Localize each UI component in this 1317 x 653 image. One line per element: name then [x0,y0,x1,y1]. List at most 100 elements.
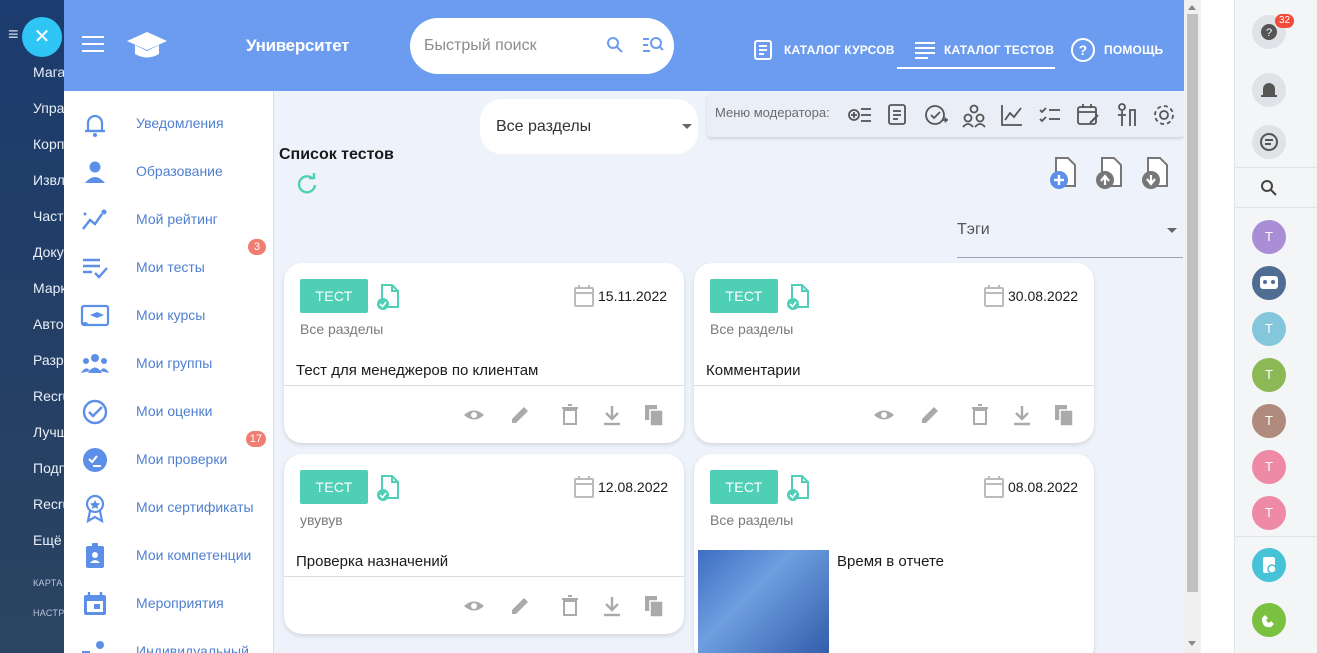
sidebar-item-calendar[interactable]: Мероприятия [64,579,274,627]
test-card[interactable]: ТЕСТ 12.08.2022 увувув Проверка назначений [284,454,684,634]
search-input[interactable] [424,34,594,58]
edit-icon[interactable] [918,403,942,427]
sidebar: Уведомления Образование Мой рейтинг Мои тес… [64,91,274,653]
svg-text:?: ? [1266,27,1272,39]
copy-icon[interactable] [642,403,666,427]
nav-help[interactable]: ? ПОМОЩЬ [1070,30,1163,70]
delete-icon[interactable] [558,403,582,427]
phone-contacts-icon[interactable] [1252,548,1286,582]
brand-title[interactable]: Университет [246,36,350,56]
sidebar-item-check-circle[interactable]: Мои оценки [64,387,274,435]
close-button[interactable]: ✕ [22,17,62,57]
calendar-edit-icon[interactable] [1075,102,1101,128]
copy-icon[interactable] [642,594,666,618]
graduation-cap-icon [127,32,167,58]
group-icon [81,354,109,373]
sidebar-divider [273,91,274,653]
sidebar-item-badge[interactable]: Мои компетенции [64,531,274,579]
view-icon[interactable] [462,403,486,427]
sidebar-item-review[interactable]: Мои проверки 17 [64,431,274,483]
view-icon[interactable] [462,594,486,618]
add-check-icon[interactable] [923,102,949,128]
career-icon[interactable] [1113,102,1139,128]
checklist-icon[interactable] [1037,102,1063,128]
user-avatar[interactable]: T [1252,404,1286,438]
search-icon[interactable] [1252,171,1286,205]
calendar-icon [574,285,594,307]
nav-test-catalog[interactable]: КАТАЛОГ ТЕСТОВ [914,30,1054,70]
user-avatar[interactable]: T [1252,496,1286,530]
person-icon [85,161,105,183]
delete-icon[interactable] [968,403,992,427]
group-chat-icon[interactable] [1252,266,1286,300]
sidebar-item-label: Индивидуальный [136,643,249,653]
nav-course-catalog-label: КАТАЛОГ КУРСОВ [784,43,895,57]
divider [1235,167,1317,168]
calendar-icon [84,592,106,615]
edit-icon[interactable] [508,594,532,618]
sidebar-item-checklist[interactable]: Мои тесты 3 [64,239,274,291]
bell-icon [85,114,105,137]
delete-icon[interactable] [558,594,582,618]
right-panel: ? 32 TTTTTT [1234,0,1317,653]
sidebar-item-rating[interactable]: Мой рейтинг [64,195,274,243]
sections-select[interactable]: Все разделы [480,99,698,154]
gear-icon[interactable] [1151,102,1177,128]
copy-icon[interactable] [1052,403,1076,427]
upload-file-icon[interactable] [1094,156,1128,192]
download-icon[interactable] [600,403,624,427]
card-title[interactable]: Проверка назначений [296,553,448,570]
edit-icon[interactable] [508,403,532,427]
sidebar-item-certificate[interactable]: Мои сертификаты [64,483,274,531]
download-icon[interactable] [1010,403,1034,427]
nav-course-catalog[interactable]: КАТАЛОГ КУРСОВ [752,30,895,70]
scroll-up-icon[interactable] [1188,5,1196,10]
card-title[interactable]: Тест для менеджеров по клиентам [296,362,538,379]
university-app: Университет КАТАЛОГ КУРСОВ [64,0,1184,653]
download-file-icon[interactable] [1140,156,1174,192]
refresh-icon[interactable] [296,173,318,195]
scroll-down-icon[interactable] [1188,641,1196,646]
menu-icon[interactable]: ≡ [8,24,19,45]
user-avatar[interactable]: T [1252,358,1286,392]
sidebar-item-plan[interactable]: Индивидуальный [64,627,274,653]
sidebar-item-label: Мои оценки [136,403,213,419]
search-icon[interactable] [606,36,624,54]
call-icon[interactable] [1252,603,1286,637]
chat-icon[interactable] [1252,125,1286,159]
active-tab-indicator [897,67,1055,69]
scrollbar-thumb[interactable] [1187,14,1198,592]
list-title: Список тестов [279,146,394,163]
card-title[interactable]: Время в отчете [837,553,944,570]
sidebar-item-group[interactable]: Мои группы [64,339,274,387]
user-avatar[interactable]: T [1252,312,1286,346]
page-gutter [1201,0,1234,653]
courses-list-icon[interactable] [885,102,911,128]
tags-placeholder: Тэги [957,221,990,238]
test-card[interactable]: ТЕСТ 08.08.2022 Все разделы Время в отчете [694,454,1094,653]
sidebar-item-bell[interactable]: Уведомления [64,99,274,147]
top-bar: Университет КАТАЛОГ КУРСОВ [64,0,1184,91]
scrollbar[interactable] [1184,0,1201,653]
bell-icon[interactable] [1252,73,1286,107]
moderator-menu-label: Меню модератора: [715,105,830,120]
card-divider [284,385,684,386]
sidebar-item-person[interactable]: Образование [64,147,274,195]
view-icon[interactable] [872,403,896,427]
chart-icon[interactable] [999,102,1025,128]
tags-select[interactable]: Тэги [957,205,1183,258]
calendar-icon [984,285,1004,307]
card-section: Все разделы [710,321,794,337]
user-avatar[interactable]: T [1252,450,1286,484]
card-title[interactable]: Комментарии [706,362,800,379]
add-file-icon[interactable] [1048,156,1082,192]
download-icon[interactable] [600,594,624,618]
add-list-icon[interactable] [847,102,873,128]
test-card[interactable]: ТЕСТ 30.08.2022 Все разделы Комментарии [694,263,1094,443]
hamburger-icon[interactable] [82,36,104,54]
test-card[interactable]: ТЕСТ 15.11.2022 Все разделы Тест для менедж… [284,263,684,443]
groups-icon[interactable] [961,102,987,128]
user-avatar[interactable]: T [1252,220,1286,254]
sidebar-item-courses[interactable]: Мои курсы [64,291,274,339]
advanced-search-icon[interactable] [642,35,664,55]
